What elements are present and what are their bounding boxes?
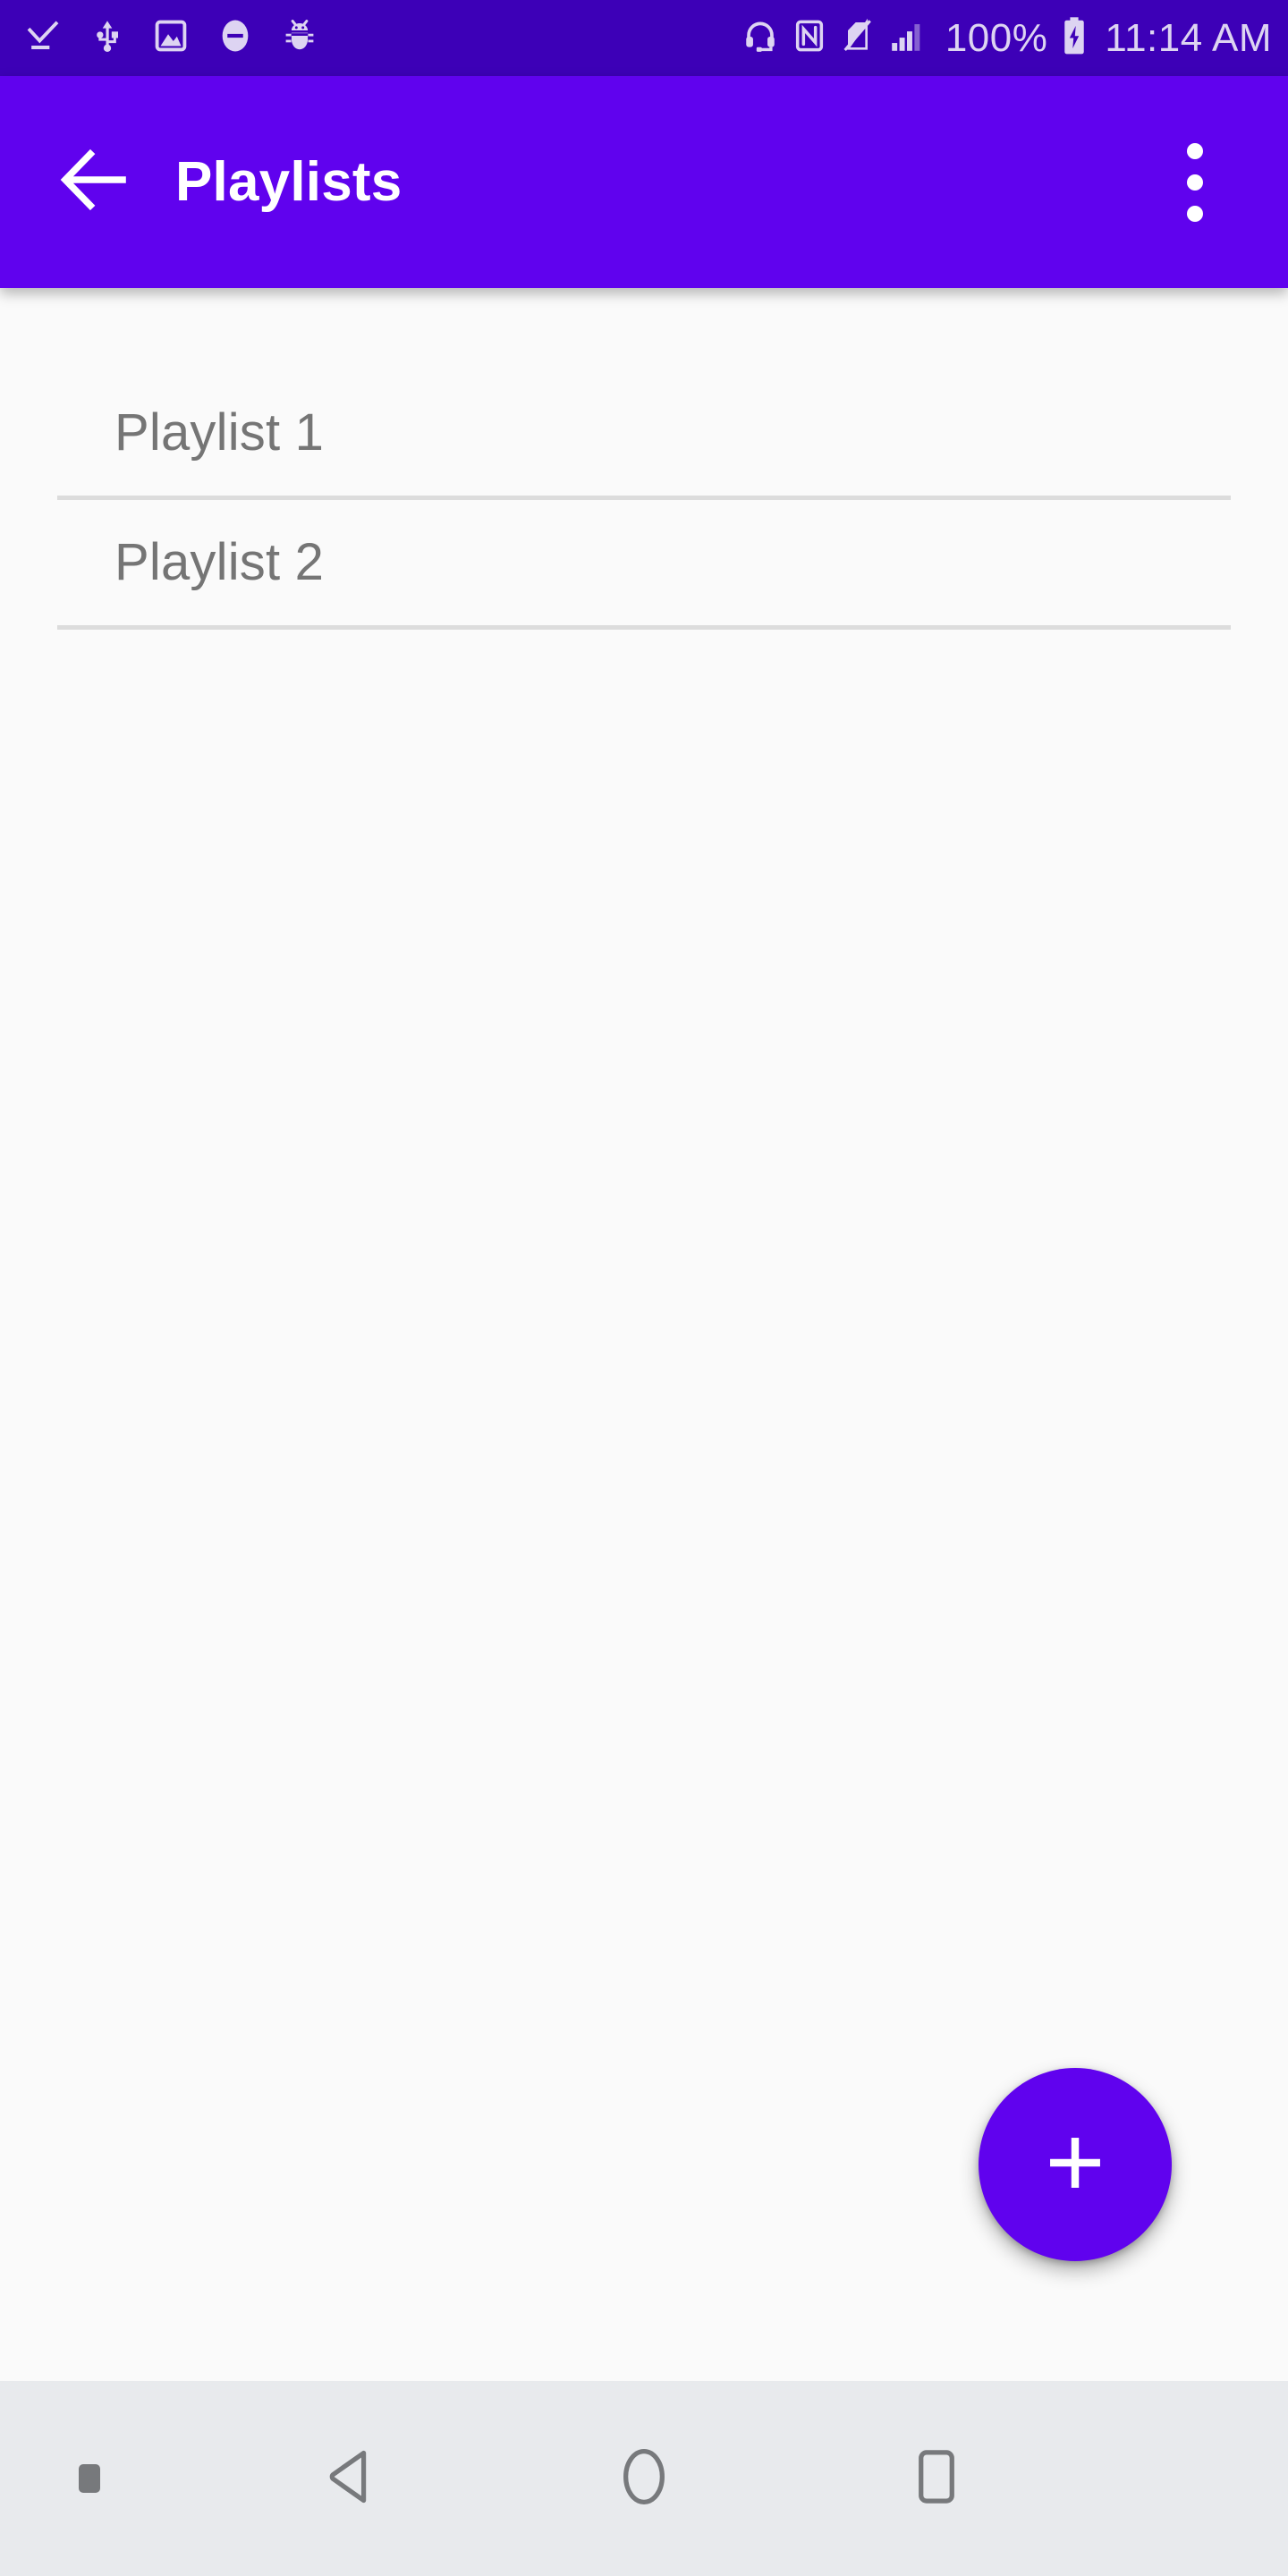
overflow-menu-button[interactable] (1152, 129, 1238, 236)
playlist-list: Playlist 1 Playlist 2 (0, 288, 1288, 630)
system-navigation-bar (0, 2381, 1288, 2576)
more-vert-icon (1187, 142, 1203, 222)
nav-recents-icon (903, 2444, 970, 2514)
nav-home-button[interactable] (498, 2381, 791, 2576)
ime-switcher-dot[interactable] (79, 2464, 100, 2493)
content-area: Playlist 1 Playlist 2 (0, 288, 1288, 2377)
android-debug-bug-icon (281, 15, 318, 61)
list-item[interactable]: Playlist 2 (0, 500, 1288, 625)
battery-charging-icon (1062, 15, 1087, 61)
do-not-disturb-icon (216, 15, 254, 61)
playlist-name-label: Playlist 1 (114, 403, 325, 462)
no-sim-icon (840, 15, 876, 61)
back-button[interactable] (45, 133, 143, 232)
page-title: Playlists (175, 151, 402, 213)
nav-back-button[interactable] (206, 2381, 498, 2576)
playlist-name-label: Playlist 2 (114, 533, 325, 591)
headset-icon (741, 15, 779, 61)
status-bar-left-icons (23, 15, 318, 61)
nav-home-icon (611, 2444, 677, 2514)
list-divider (57, 625, 1231, 630)
status-bar-right-icons: 100% 11:14 AM (741, 15, 1272, 61)
add-playlist-fab[interactable] (979, 2068, 1172, 2261)
phone-screen: 100% 11:14 AM Playlists Playlist 1 Playl… (0, 0, 1288, 2576)
arrow-back-icon (51, 137, 137, 227)
status-bar-clock: 11:14 AM (1105, 15, 1272, 60)
signal-bars-icon (888, 15, 926, 61)
nav-back-icon (318, 2444, 385, 2514)
nfc-icon (792, 15, 827, 61)
list-item[interactable]: Playlist 1 (0, 370, 1288, 496)
nav-recents-button[interactable] (790, 2381, 1082, 2576)
battery-percent-label: 100% (945, 15, 1048, 60)
app-bar: Playlists (0, 76, 1288, 288)
screenshot-image-icon (152, 16, 190, 60)
add-plus-icon (1040, 2128, 1110, 2202)
status-bar: 100% 11:14 AM (0, 0, 1288, 76)
checkmark-download-icon (23, 16, 63, 60)
usb-icon (89, 16, 125, 60)
